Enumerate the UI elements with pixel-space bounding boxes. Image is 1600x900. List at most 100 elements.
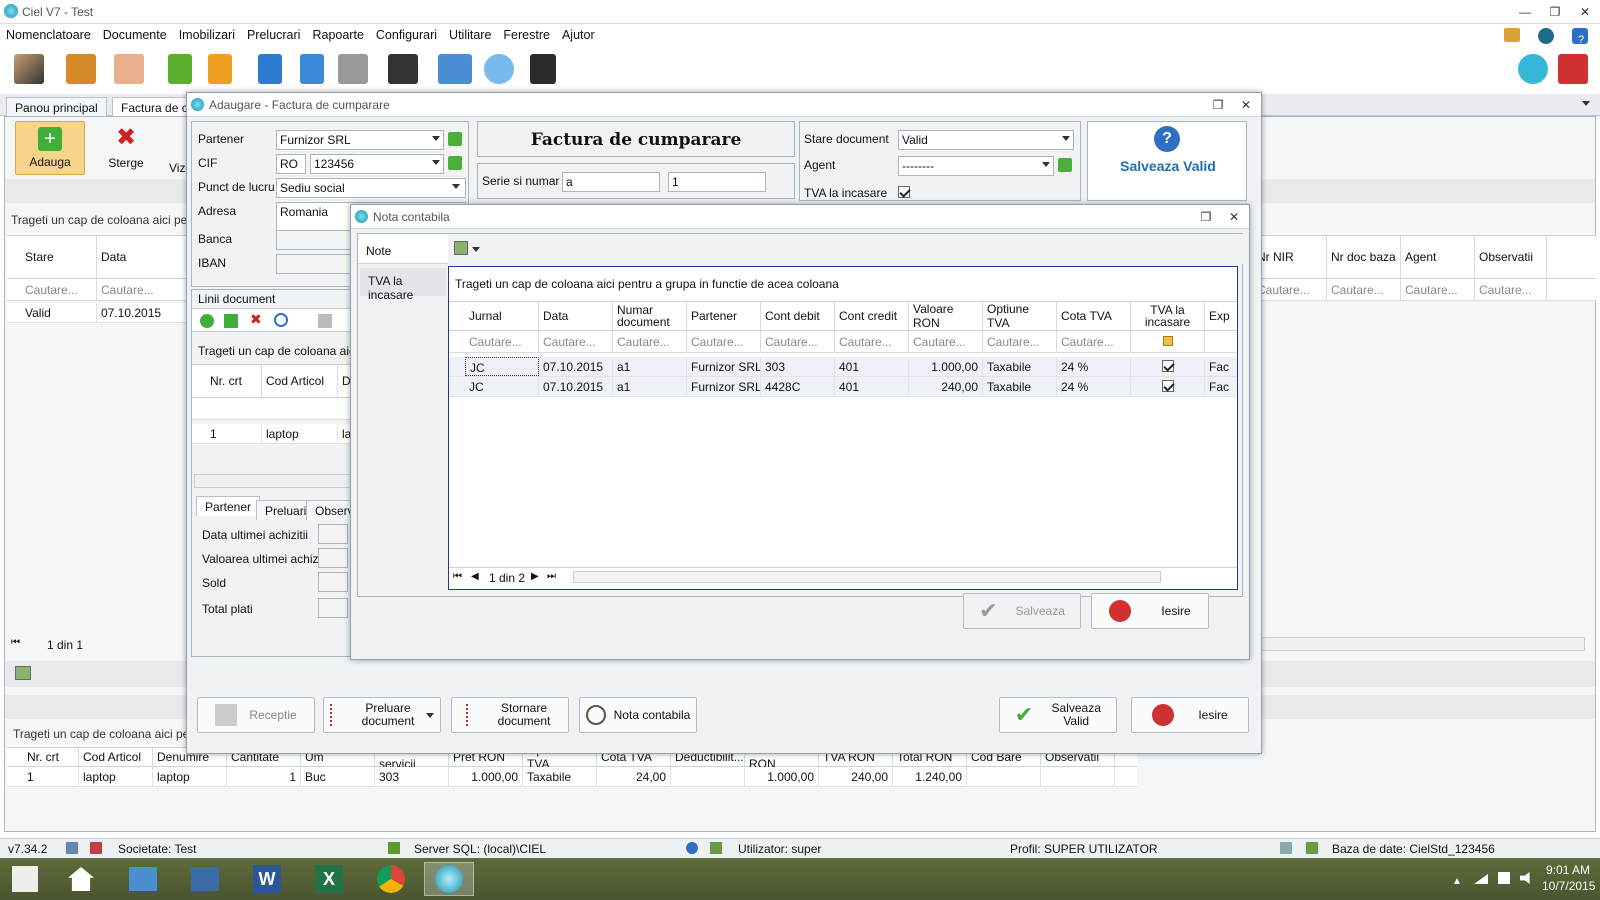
partener-dropdown-icon[interactable]	[432, 136, 440, 141]
cif-prefix-field[interactable]: RO	[276, 154, 306, 174]
word-icon[interactable]: W	[242, 862, 292, 896]
receptie-button[interactable]: Receptie	[197, 697, 315, 733]
preluare-document-button[interactable]: Preluare document	[323, 697, 441, 733]
col-nota-cota-tva[interactable]: Cota TVA	[1057, 302, 1131, 330]
excel-icon[interactable]: X	[304, 862, 354, 896]
nota-search-debit[interactable]: Cautare...	[761, 331, 835, 352]
upload-icon[interactable]	[258, 54, 282, 84]
clock-date[interactable]: 10/7/2015	[1542, 879, 1595, 893]
handshake-icon[interactable]	[14, 54, 44, 84]
stare-dropdown-icon[interactable]	[1062, 136, 1070, 141]
keyboard-icon[interactable]	[1504, 28, 1520, 42]
calculator-icon[interactable]	[530, 54, 556, 84]
card-reader-icon[interactable]	[388, 54, 418, 84]
search-nr-nir[interactable]: Cautare...	[1253, 279, 1327, 300]
col-data[interactable]: Data	[97, 236, 187, 278]
computer-icon[interactable]	[180, 862, 230, 896]
tray-arrow-icon[interactable]: ▲	[1452, 876, 1462, 887]
clipboard-icon[interactable]	[66, 54, 96, 84]
iesire-button[interactable]: Iesire	[1131, 697, 1249, 733]
note-layout-icon[interactable]	[454, 241, 468, 255]
download-icon[interactable]	[168, 54, 192, 84]
col-observatii[interactable]: Observatii	[1475, 236, 1547, 278]
nota-search-jurnal[interactable]: Cautare...	[465, 331, 539, 352]
menu-imobilizari[interactable]: Imobilizari	[173, 24, 241, 46]
nota-search-cota[interactable]: Cautare...	[1057, 331, 1131, 352]
punct-dropdown-icon[interactable]	[452, 184, 460, 189]
nota-search-valoare[interactable]: Cautare...	[909, 331, 983, 352]
zoom-icon[interactable]	[484, 54, 514, 84]
tab-panou-principal[interactable]: Panou principal	[6, 97, 107, 117]
home-icon[interactable]	[56, 862, 106, 896]
nota-search-optiune[interactable]: Cautare...	[983, 331, 1057, 352]
add-button[interactable]: + Adauga	[15, 121, 85, 175]
chat-icon[interactable]	[1518, 54, 1548, 84]
col-lines-cod-articol[interactable]: Cod Articol	[262, 365, 338, 397]
printer-icon[interactable]	[438, 54, 472, 84]
menu-ajutor[interactable]: Ajutor	[556, 24, 601, 46]
nota-search-data[interactable]: Cautare...	[539, 331, 613, 352]
note-list-item[interactable]: TVA la incasare	[360, 268, 446, 302]
cif-field[interactable]: 123456	[310, 154, 444, 174]
tabs-dropdown-icon[interactable]	[1582, 101, 1590, 106]
menu-nomenclatoare[interactable]: Nomenclatoare	[0, 24, 97, 46]
col-tva-la-incasare[interactable]: TVA la incasare	[1131, 302, 1205, 330]
nota-search-credit[interactable]: Cautare...	[835, 331, 909, 352]
restore-icon[interactable]: ❐	[1542, 3, 1568, 21]
tab-factura[interactable]: Factura de c	[112, 97, 197, 117]
delete-button[interactable]: ✖ Sterge	[91, 121, 161, 175]
nota-search-tva-filter[interactable]	[1131, 331, 1205, 352]
line-add-multi-icon[interactable]	[224, 314, 238, 328]
nota-salveaza-button[interactable]: ✔ Salveaza	[963, 593, 1081, 629]
save-valid-big-button[interactable]: Salveaza Valid	[1118, 158, 1218, 174]
search-observatii[interactable]: Cautare...	[1475, 279, 1547, 300]
search-stare[interactable]: Cautare...	[21, 279, 97, 300]
punct-de-lucru-field[interactable]: Sediu social	[276, 178, 466, 198]
nota-hscrollbar[interactable]	[573, 571, 1161, 583]
shutdown-icon[interactable]	[1558, 54, 1588, 84]
partener-edit-icon[interactable]	[448, 132, 462, 146]
ciel-taskbar-icon[interactable]	[424, 862, 474, 896]
agent-dropdown-icon[interactable]	[1042, 162, 1050, 167]
nota-search-numar[interactable]: Cautare...	[613, 331, 687, 352]
invoice-restore-icon[interactable]: ❐	[1205, 96, 1231, 114]
preluare-dropdown-icon[interactable]	[426, 712, 434, 718]
line-search-icon[interactable]	[274, 313, 288, 327]
volume-icon[interactable]	[1520, 872, 1530, 884]
agent-edit-icon[interactable]	[1058, 158, 1072, 172]
start-icon[interactable]	[0, 862, 50, 896]
menu-rapoarte[interactable]: Rapoarte	[306, 24, 369, 46]
layout-icon[interactable]	[15, 666, 31, 680]
cash-register-icon[interactable]	[338, 54, 368, 84]
cif-edit-icon[interactable]	[448, 156, 462, 170]
col-nr-crt[interactable]: Nr. crt	[23, 748, 79, 766]
globe-icon[interactable]	[1538, 28, 1554, 44]
search-nr-doc-baza[interactable]: Cautare...	[1327, 279, 1401, 300]
menu-utilitare[interactable]: Utilitare	[443, 24, 497, 46]
line-print-icon[interactable]	[318, 314, 332, 328]
partener-field[interactable]: Furnizor SRL	[276, 130, 444, 150]
control-panel-icon[interactable]	[118, 862, 168, 896]
refresh-icon[interactable]	[300, 54, 324, 84]
help-icon[interactable]: ?	[1572, 28, 1588, 46]
col-cod-articol[interactable]: Cod Articol	[79, 748, 153, 766]
minimize-icon[interactable]: —	[1512, 3, 1538, 21]
menu-prelucrari[interactable]: Prelucrari	[241, 24, 307, 46]
left-grid-row[interactable]: Valid 07.10.2015	[7, 303, 187, 323]
nota-prev-page-icon[interactable]: ◀	[471, 571, 479, 582]
nota-search-partener[interactable]: Cautare...	[687, 331, 761, 352]
nota-row-2[interactable]: JC 07.10.2015 a1 Furnizor SRL 4428C 401 …	[449, 377, 1237, 397]
serie-field[interactable]: a	[562, 172, 660, 192]
line-delete-icon[interactable]: ✖	[250, 311, 262, 328]
col-exp[interactable]: Exp	[1205, 302, 1237, 330]
nota-last-page-icon[interactable]: ⏭	[547, 571, 556, 582]
col-nota-optiune-tva[interactable]: Optiune TVA	[983, 302, 1057, 330]
stare-document-field[interactable]: Valid	[898, 130, 1074, 150]
invoice-close-icon[interactable]: ✕	[1233, 96, 1259, 114]
nota-restore-icon[interactable]: ❐	[1193, 208, 1219, 226]
status-settings-icon[interactable]	[66, 842, 78, 854]
menu-configurari[interactable]: Configurari	[370, 24, 443, 46]
chrome-icon[interactable]	[366, 862, 416, 896]
first-page-icon[interactable]: ⏮	[11, 637, 20, 648]
line-add-icon[interactable]	[200, 314, 214, 328]
